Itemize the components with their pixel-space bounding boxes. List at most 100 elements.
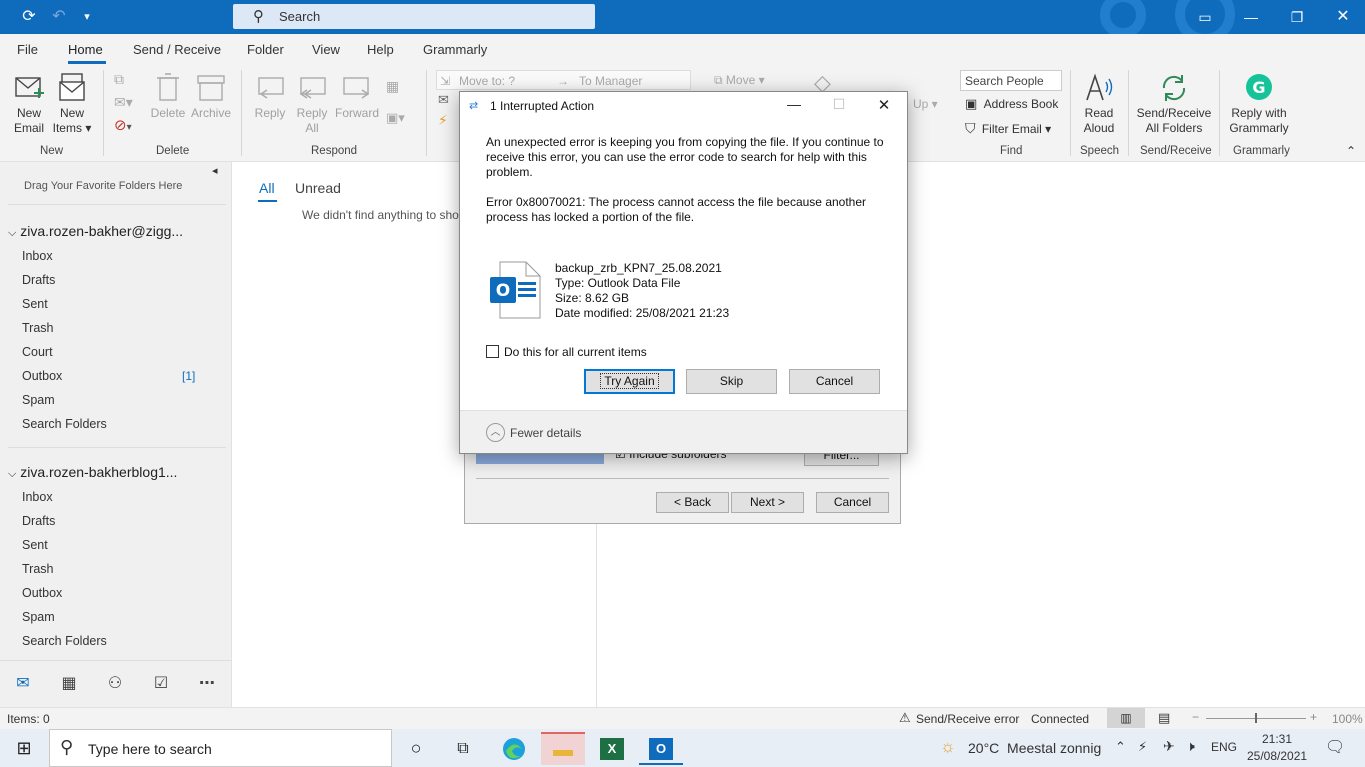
- folder-search-folders[interactable]: Search Folders: [22, 417, 107, 431]
- excel-icon[interactable]: X: [590, 732, 634, 765]
- dialog-close-button[interactable]: ✕: [873, 96, 895, 114]
- edge-icon[interactable]: [492, 732, 536, 765]
- forward-button[interactable]: Forward: [334, 72, 380, 121]
- clean-up-icon[interactable]: ✉▾: [114, 94, 133, 111]
- delete-button[interactable]: Delete: [150, 72, 186, 121]
- archive-button[interactable]: Archive: [190, 72, 232, 121]
- mail-icon[interactable]: ✉: [11, 673, 35, 695]
- menu-grammarly[interactable]: Grammarly: [423, 42, 487, 57]
- new-items-button[interactable]: New Items ▾: [52, 72, 92, 136]
- weather-icon[interactable]: ☼: [940, 737, 956, 757]
- back-button[interactable]: < Back: [656, 492, 729, 513]
- taskbar-search[interactable]: ⚲ Type here to search: [49, 729, 392, 767]
- folder-inbox[interactable]: Inbox: [22, 490, 53, 504]
- collapse-ribbon-icon[interactable]: ⌃: [1346, 144, 1356, 158]
- task-view-icon[interactable]: ⧉: [441, 732, 485, 765]
- outlook-taskbar-icon[interactable]: O: [639, 732, 683, 765]
- meeting-reply-icon[interactable]: ▦: [386, 78, 399, 95]
- zoom-in-icon[interactable]: +: [1310, 710, 1317, 724]
- fewer-details-link[interactable]: Fewer details: [510, 426, 581, 440]
- new-email-button[interactable]: New Email: [10, 72, 48, 136]
- folder-spam[interactable]: Spam: [22, 393, 55, 407]
- menu-file[interactable]: File: [17, 42, 38, 57]
- folder-court[interactable]: Court: [22, 345, 53, 359]
- folder-drafts[interactable]: Drafts: [22, 273, 55, 287]
- weather-text[interactable]: 20°C Meestal zonnig: [968, 740, 1101, 756]
- reading-view-icon[interactable]: ▤: [1158, 710, 1170, 726]
- account-1-header[interactable]: ⌵ ziva.rozen-bakher@zigg...: [8, 223, 183, 240]
- skip-button[interactable]: Skip: [686, 369, 777, 394]
- search-people-input[interactable]: Search People: [960, 70, 1062, 91]
- folder-trash[interactable]: Trash: [22, 562, 54, 576]
- folder-sent[interactable]: Sent: [22, 538, 48, 552]
- filter-tab-all[interactable]: All: [259, 180, 275, 196]
- reply-button[interactable]: Reply: [252, 72, 288, 121]
- junk-icon[interactable]: ⊘▾: [114, 116, 132, 134]
- folder-spam[interactable]: Spam: [22, 610, 55, 624]
- search-box[interactable]: ⚲ Search: [233, 4, 595, 29]
- show-hidden-icons[interactable]: ⌃: [1115, 739, 1126, 755]
- reply-all-button[interactable]: Reply All: [294, 72, 330, 136]
- folder-inbox[interactable]: Inbox: [22, 249, 53, 263]
- more-apps-icon[interactable]: ⋯: [195, 673, 219, 695]
- folder-drafts[interactable]: Drafts: [22, 514, 55, 528]
- undo-icon[interactable]: ↶: [49, 8, 69, 26]
- file-explorer-icon[interactable]: ▬: [541, 732, 585, 765]
- notifications-icon[interactable]: 🗨: [1325, 737, 1345, 757]
- filter-email-button[interactable]: ⛉ Filter Email ▾: [965, 120, 1051, 137]
- folder-search-folders[interactable]: Search Folders: [22, 634, 107, 648]
- volume-icon[interactable]: 🕨: [1186, 738, 1195, 755]
- read-aloud-button[interactable]: Read Aloud: [1077, 72, 1121, 136]
- language-indicator[interactable]: ENG: [1211, 740, 1237, 754]
- battery-icon[interactable]: ⚡: [1138, 739, 1147, 755]
- dialog-maximize-button[interactable]: ☐: [828, 96, 850, 114]
- folder-outbox[interactable]: Outbox: [22, 586, 62, 600]
- folder-sent[interactable]: Sent: [22, 297, 48, 311]
- send-receive-all-button[interactable]: Send/Receive All Folders: [1134, 72, 1214, 136]
- chevron-up-icon[interactable]: ︿: [486, 423, 505, 442]
- wizard-cancel-button[interactable]: Cancel: [816, 492, 889, 513]
- sync-icon[interactable]: ⟳: [19, 8, 39, 26]
- quick-step-email-icon[interactable]: ✉: [438, 92, 449, 108]
- clock-date[interactable]: 25/08/2021: [1247, 749, 1307, 763]
- minimize-button[interactable]: —: [1228, 0, 1274, 34]
- try-again-button[interactable]: Try Again: [584, 369, 675, 394]
- address-book-button[interactable]: ▣ Address Book: [965, 96, 1058, 112]
- next-button[interactable]: Next >: [731, 492, 804, 513]
- ribbon-display-icon[interactable]: ▭: [1182, 0, 1228, 34]
- quick-step-lightning-icon[interactable]: ⚡: [438, 112, 448, 129]
- dialog-minimize-button[interactable]: —: [783, 96, 805, 114]
- send-receive-error[interactable]: Send/Receive error: [916, 712, 1019, 726]
- tasks-icon[interactable]: ☑: [149, 673, 173, 695]
- menu-send-receive[interactable]: Send / Receive: [133, 42, 221, 57]
- cortana-icon[interactable]: ○: [394, 732, 438, 765]
- collapse-pane-icon[interactable]: ◂: [212, 164, 218, 177]
- quick-steps-box[interactable]: ⇲ Move to: ? → To Manager: [436, 70, 691, 90]
- move-button[interactable]: ⧉ Move ▾: [714, 73, 765, 88]
- people-icon[interactable]: ⚇: [103, 673, 127, 695]
- clock-time[interactable]: 21:31: [1262, 732, 1292, 746]
- calendar-icon[interactable]: ▦: [57, 673, 81, 695]
- apply-all-checkbox[interactable]: [486, 345, 499, 358]
- close-button[interactable]: ✕: [1320, 0, 1365, 34]
- zoom-thumb[interactable]: [1255, 713, 1257, 723]
- zoom-level[interactable]: 100%: [1332, 712, 1363, 726]
- folder-outbox[interactable]: Outbox: [22, 369, 62, 383]
- menu-help[interactable]: Help: [367, 42, 394, 57]
- ignore-icon[interactable]: ⧉: [114, 71, 124, 88]
- network-icon[interactable]: ✈: [1163, 738, 1175, 755]
- folder-trash[interactable]: Trash: [22, 321, 54, 335]
- more-respond-icon[interactable]: ▣▾: [386, 110, 405, 126]
- filter-tab-unread[interactable]: Unread: [295, 180, 341, 196]
- windows-start-icon[interactable]: ⊞: [2, 732, 46, 765]
- account-2-header[interactable]: ⌵ ziva.rozen-bakherblog1...: [8, 464, 177, 481]
- menu-folder[interactable]: Folder: [247, 42, 284, 57]
- customize-qat-icon[interactable]: ▾: [77, 8, 97, 26]
- up-button[interactable]: Up ▾: [913, 97, 938, 111]
- normal-view-icon[interactable]: ▥: [1107, 708, 1145, 728]
- reply-with-grammarly-button[interactable]: G Reply with Grammarly: [1224, 72, 1294, 136]
- restore-button[interactable]: ❐: [1274, 0, 1320, 34]
- cancel-button[interactable]: Cancel: [789, 369, 880, 394]
- menu-view[interactable]: View: [312, 42, 340, 57]
- menu-home[interactable]: Home: [68, 42, 103, 57]
